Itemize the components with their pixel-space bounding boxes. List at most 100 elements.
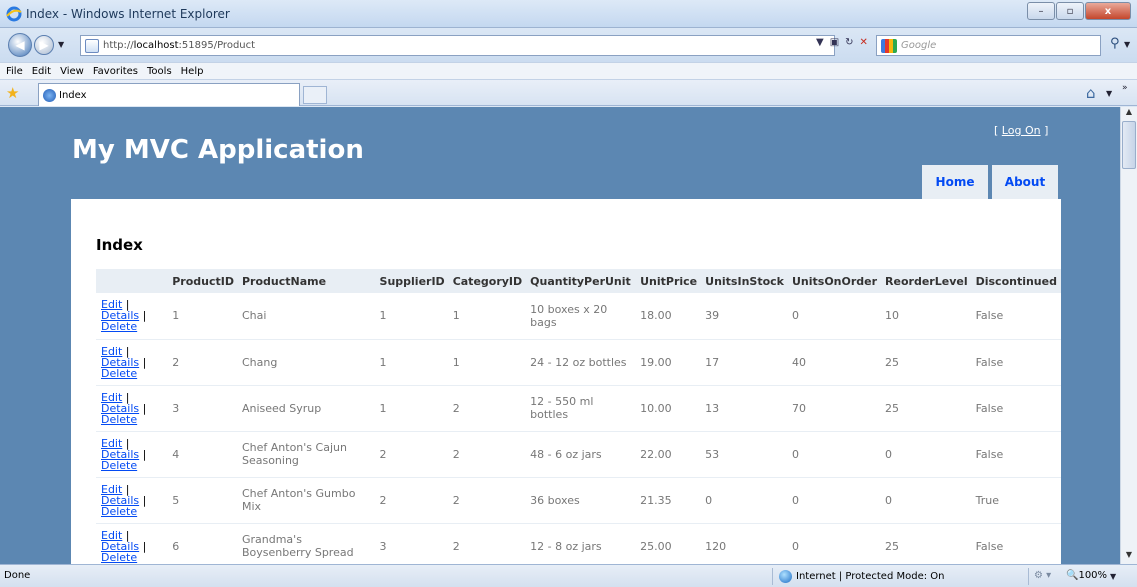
cell-productname: Aniseed Syrup [237,385,376,432]
cell-productname: Chef Anton's Cajun Seasoning [237,431,376,478]
cell-reorderlevel: 25 [881,339,972,386]
menu-edit[interactable]: Edit [32,66,51,77]
nav-about[interactable]: About [992,165,1058,199]
menu-view[interactable]: View [60,66,84,77]
delete-link[interactable]: Delete [101,459,137,472]
cell-categoryid: 2 [448,385,527,432]
menu-favorites[interactable]: Favorites [93,66,138,77]
cell-unitsinstock: 17 [701,339,788,386]
home-icon[interactable]: ⌂ [1086,84,1096,102]
cell-unitsonorder: 0 [787,431,882,478]
back-button[interactable]: ◀ [8,33,32,57]
close-button[interactable]: x [1085,2,1131,20]
page-viewport: My MVC Application [ Log On ] Home About… [0,107,1120,564]
zoom-dropdown-icon[interactable]: ▼ [1110,572,1116,581]
security-zone[interactable]: Internet | Protected Mode: On [779,570,944,583]
column-header-supplierid: SupplierID [375,269,449,293]
browser-window: Index - Windows Internet Explorer – ▫ x … [0,0,1137,587]
vertical-scrollbar[interactable]: ▲ ▼ [1120,107,1137,564]
home-dropdown-icon[interactable]: ▼ [1106,89,1112,98]
cell-supplierid: 1 [375,293,449,340]
zoom-level[interactable]: 🔍100% [1066,570,1107,581]
address-dropdown-icon[interactable]: ▼ [816,37,824,48]
address-toolbar: ◀ ▶ ▼ http://localhost:51895/Product ▼ ▣… [0,28,1137,62]
scroll-thumb[interactable] [1122,121,1136,169]
site-title: My MVC Application [72,135,364,165]
add-ons-icon[interactable]: ⚙ ▾ [1034,570,1051,581]
address-url[interactable]: http://localhost:51895/Product [103,40,255,51]
column-header-discontinued: Discontinued [971,269,1061,293]
table-row: Edit | Details | Delete 5 Chef Anton's Gumbo… [96,477,1061,524]
table-row: Edit | Details | Delete 2 Chang 1 1 24 - 12 oz … [96,339,1061,386]
cell-unitprice: 19.00 [636,339,702,386]
row-actions: Edit | Details | Delete [96,293,169,340]
row-actions: Edit | Details | Delete [96,385,169,432]
cell-unitsinstock: 39 [701,293,788,340]
tab-label: Index [59,89,87,101]
menu-tools[interactable]: Tools [147,66,172,77]
ie-page-icon [43,88,56,102]
cell-quantityperunit: 24 - 12 oz bottles [526,339,637,386]
search-box[interactable]: Google [876,35,1101,56]
cell-productid: 2 [168,339,238,386]
action-separator: | [139,539,147,553]
favorites-star-icon[interactable]: ★ [6,84,19,102]
cell-productid: 6 [168,523,238,564]
column-header-actions [96,269,169,293]
page-icon [85,38,99,53]
status-divider [772,568,773,585]
delete-link[interactable]: Delete [101,551,137,564]
cell-quantityperunit: 48 - 6 oz jars [526,431,637,478]
row-actions: Edit | Details | Delete [96,477,169,524]
cell-unitsinstock: 13 [701,385,788,432]
minimize-button[interactable]: – [1027,2,1055,20]
action-separator: | [139,447,147,461]
search-options-dropdown-icon[interactable]: ▼ [1124,40,1130,49]
table-row: Edit | Details | Delete 6 Grandma's Boysenbe… [96,523,1061,564]
back-arrow-icon: ◀ [15,38,25,52]
delete-link[interactable]: Delete [101,367,137,380]
status-divider [1028,568,1029,585]
table-row: Edit | Details | Delete 4 Chef Anton's Cajun… [96,431,1061,478]
address-tools: ▼ ▣ ↻ ✕ [816,37,868,48]
scroll-up-arrow-icon[interactable]: ▲ [1121,107,1137,121]
address-bar[interactable]: http://localhost:51895/Product [80,35,835,56]
site-menu: Home About [922,165,1058,199]
search-icon[interactable]: ⚲ [1110,36,1120,51]
recent-pages-dropdown-icon[interactable]: ▼ [58,40,64,49]
window-controls: – ▫ x [1026,2,1131,20]
menu-file[interactable]: File [6,66,23,77]
stop-icon[interactable]: ✕ [860,37,868,48]
cell-productid: 4 [168,431,238,478]
column-header-categoryid: CategoryID [448,269,527,293]
cell-categoryid: 2 [448,477,527,524]
delete-link[interactable]: Delete [101,413,137,426]
nav-home[interactable]: Home [922,165,988,199]
cell-discontinued: False [971,385,1061,432]
compatibility-view-icon[interactable]: ▣ [830,37,839,48]
row-actions: Edit | Details | Delete [96,523,169,564]
maximize-button[interactable]: ▫ [1056,2,1084,20]
status-text: Done [4,570,31,581]
delete-link[interactable]: Delete [101,320,137,333]
logon-link[interactable]: Log On [1002,124,1041,137]
menu-help[interactable]: Help [181,66,204,77]
cell-unitsinstock: 53 [701,431,788,478]
forward-button[interactable]: ▶ [34,35,54,55]
tab-index[interactable]: Index [38,83,300,106]
scroll-down-arrow-icon[interactable]: ▼ [1121,550,1137,564]
cell-categoryid: 1 [448,339,527,386]
more-chevron-icon[interactable]: » [1122,83,1128,93]
cell-unitprice: 21.35 [636,477,702,524]
cell-unitsinstock: 120 [701,523,788,564]
main-content: Index ProductID ProductName SupplierID C… [71,199,1061,564]
action-separator: | [139,355,147,369]
column-header-reorderlevel: ReorderLevel [881,269,972,293]
cell-quantityperunit: 36 boxes [526,477,637,524]
new-tab-button[interactable] [303,86,327,104]
column-header-unitprice: UnitPrice [636,269,702,293]
forward-arrow-icon: ▶ [39,38,49,52]
delete-link[interactable]: Delete [101,505,137,518]
refresh-icon[interactable]: ↻ [845,37,853,48]
cell-reorderlevel: 10 [881,293,972,340]
